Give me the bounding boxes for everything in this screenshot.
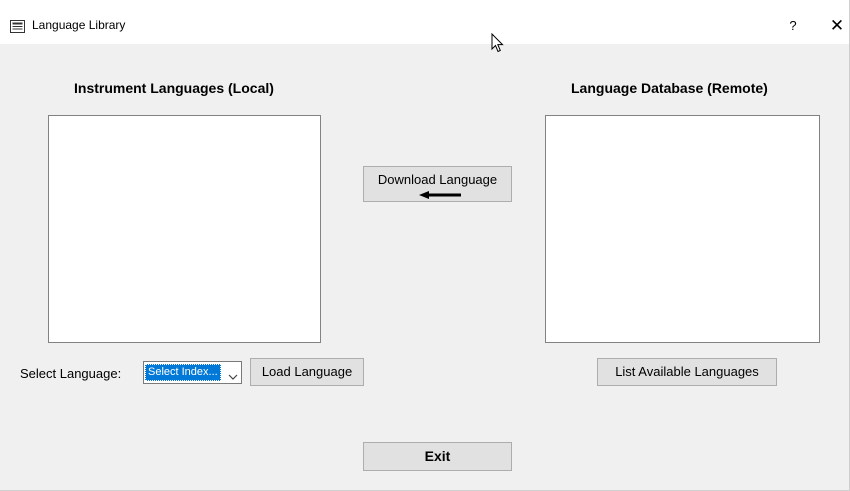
list-available-languages-button[interactable]: List Available Languages bbox=[597, 358, 777, 386]
chevron-down-icon bbox=[228, 368, 238, 380]
title-bar: Language Library ? ✕ bbox=[0, 0, 849, 44]
left-arrow-icon bbox=[419, 187, 461, 199]
download-language-label: Download Language bbox=[377, 172, 498, 187]
local-languages-listbox[interactable] bbox=[48, 115, 321, 343]
mouse-pointer-icon bbox=[491, 32, 505, 53]
select-language-label: Select Language: bbox=[20, 366, 122, 381]
window-title: Language Library bbox=[32, 18, 126, 32]
remote-languages-heading: Language Database (Remote) bbox=[571, 80, 768, 96]
language-index-select[interactable]: Select Index... bbox=[143, 361, 242, 384]
remote-languages-listbox[interactable] bbox=[545, 115, 820, 343]
load-language-button[interactable]: Load Language bbox=[250, 358, 364, 386]
exit-button[interactable]: Exit bbox=[363, 442, 512, 471]
language-library-window: Language Library ? ✕ Instrument Language… bbox=[0, 0, 850, 491]
close-button[interactable]: ✕ bbox=[824, 12, 849, 40]
language-index-selected-value: Select Index... bbox=[145, 364, 221, 381]
local-languages-heading: Instrument Languages (Local) bbox=[74, 80, 274, 96]
help-button[interactable]: ? bbox=[780, 12, 806, 40]
download-language-button[interactable]: Download Language bbox=[363, 166, 512, 202]
app-window-icon bbox=[10, 20, 25, 33]
